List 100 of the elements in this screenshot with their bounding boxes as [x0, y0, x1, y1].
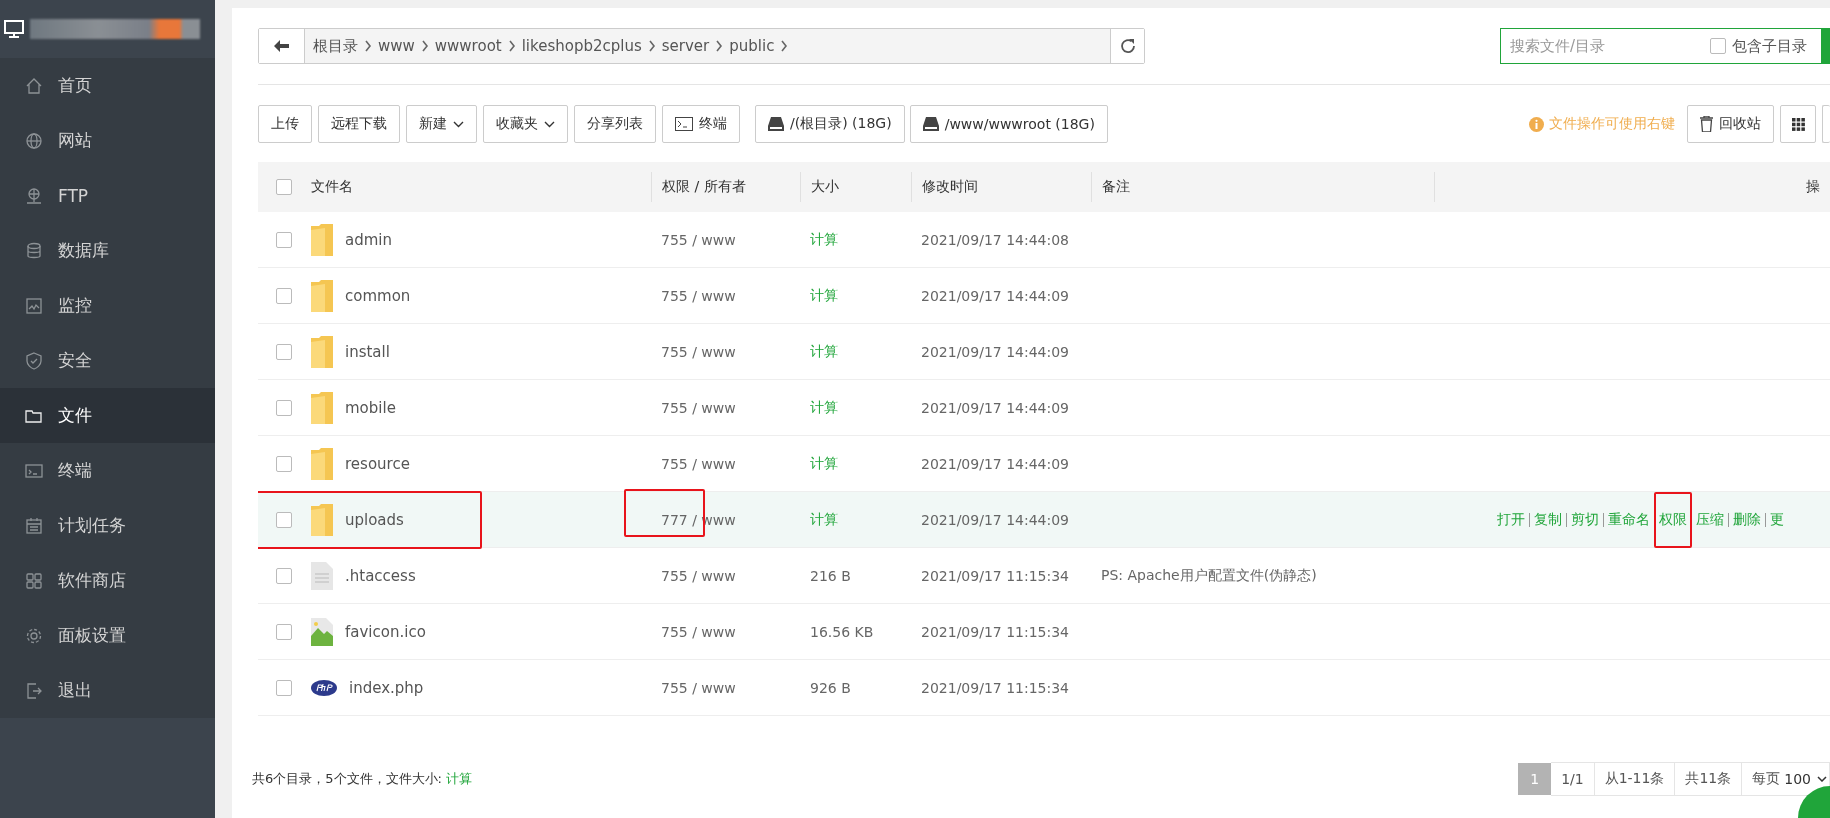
pagination-info: 1/1 [1551, 762, 1595, 796]
row-checkbox[interactable] [276, 287, 292, 304]
php-logo-icon [311, 679, 337, 696]
breadcrumb-link[interactable]: www [378, 37, 415, 55]
file-name[interactable]: mobile [345, 398, 396, 417]
chevron-icon [507, 40, 516, 52]
caret-icon [453, 120, 464, 128]
file-row[interactable]: admin 755 / www 计算 2021/09/17 14:44:08 [258, 212, 1830, 268]
toolbar-button[interactable]: 上传 [258, 105, 312, 143]
column-header: 备注 [1102, 178, 1130, 196]
permission-text: 755 / www [661, 623, 736, 640]
per-page-select[interactable]: 100 [1784, 771, 1827, 787]
modified-time: 2021/09/17 14:44:09 [921, 343, 1070, 360]
sidebar-item[interactable]: 软件商店 [0, 553, 215, 608]
file-name[interactable]: favicon.ico [345, 622, 426, 641]
file-icon [311, 561, 333, 590]
folder-icon [311, 223, 333, 256]
folder-icon [311, 391, 333, 424]
column-header: 操 [1806, 178, 1820, 196]
toolbar-button[interactable]: 远程下载 [318, 105, 400, 143]
folder-icon [311, 447, 333, 480]
per-page-label: 每页 [1752, 770, 1781, 788]
row-checkbox[interactable] [276, 567, 292, 584]
search-field[interactable]: 搜索文件/目录 包含子目录 [1500, 28, 1830, 64]
refresh-button[interactable] [1110, 29, 1144, 63]
list-view-button[interactable] [1822, 105, 1830, 143]
toolbar-button[interactable]: /(根目录) (18G) [755, 105, 905, 143]
file-name[interactable]: uploads [345, 510, 404, 529]
breadcrumb-link[interactable]: 根目录 [313, 36, 358, 56]
checkbox[interactable] [1710, 38, 1726, 54]
caret-icon [544, 120, 555, 128]
sidebar-item[interactable]: 网站 [0, 113, 215, 168]
file-row[interactable]: index.php 755 / www 926 B 2021/09/17 11:15:34 [258, 660, 1830, 716]
select-all-checkbox[interactable] [276, 179, 292, 195]
permission-text: 755 / www [661, 567, 736, 584]
row-checkbox[interactable] [276, 399, 292, 416]
row-checkbox[interactable] [276, 343, 292, 360]
file-row[interactable]: .htaccess 755 / www 216 B 2021/09/17 11:15:34 PS: Apache用户配置文件(伪静态) [258, 548, 1830, 604]
file-row[interactable]: mobile 755 / www 计算 2021/09/17 14:44:09 [258, 380, 1830, 436]
info-icon [1529, 116, 1544, 132]
pagination-info: 从1-11条 [1594, 762, 1676, 796]
permission-text: 755 / www [661, 287, 736, 304]
back-button[interactable] [259, 29, 305, 63]
row-checkbox[interactable] [276, 511, 292, 528]
file-name[interactable]: .htaccess [345, 566, 416, 585]
modified-time: 2021/09/17 14:44:08 [921, 231, 1070, 248]
calendar-icon [24, 515, 44, 536]
file-size: 216 B [810, 567, 851, 584]
grid-icon [24, 570, 44, 591]
sidebar-item[interactable]: 终端 [0, 443, 215, 498]
sidebar-item[interactable]: 退出 [0, 663, 215, 718]
breadcrumb-link[interactable]: public [729, 37, 775, 55]
row-checkbox[interactable] [276, 455, 292, 472]
grid-icon [1791, 117, 1805, 131]
toolbar-button[interactable]: 分享列表 [574, 105, 656, 143]
file-size: 16.56 KB [810, 623, 874, 640]
toolbar-button[interactable]: /www/wwwroot (18G) [909, 105, 1108, 143]
file-note: PS: Apache用户配置文件(伪静态) [1101, 566, 1317, 583]
toolbar-button[interactable]: 新建 [406, 105, 477, 143]
modified-time: 2021/09/17 14:44:09 [921, 399, 1070, 416]
permission-text: 755 / www [661, 343, 736, 360]
globe-icon [24, 130, 44, 151]
modified-time: 2021/09/17 11:15:34 [921, 567, 1070, 584]
caret-icon [1817, 776, 1827, 782]
sidebar-item[interactable]: 计划任务 [0, 498, 215, 553]
file-name[interactable]: install [345, 342, 390, 361]
file-name[interactable]: resource [345, 454, 410, 473]
file-row[interactable]: common 755 / www 计算 2021/09/17 14:44:09 [258, 268, 1830, 324]
row-checkbox[interactable] [276, 231, 292, 248]
hard-drive-icon [768, 117, 784, 131]
ftp-icon [24, 185, 44, 206]
sidebar-item[interactable]: 数据库 [0, 223, 215, 278]
breadcrumb-link[interactable]: server [661, 37, 710, 55]
file-row[interactable]: favicon.ico 755 / www 16.56 KB 2021/09/17 11:15:34 [258, 604, 1830, 660]
sidebar-item[interactable]: 文件 [0, 388, 215, 443]
sidebar-item[interactable]: 面板设置 [0, 608, 215, 663]
chevron-icon [420, 40, 429, 52]
sidebar-item[interactable]: 首页 [0, 58, 215, 113]
grid-view-button[interactable] [1780, 105, 1816, 143]
toolbar-button[interactable]: 收藏夹 [483, 105, 568, 143]
modified-time: 2021/09/17 11:15:34 [921, 679, 1070, 696]
file-row[interactable]: install 755 / www 计算 2021/09/17 14:44:09 [258, 324, 1830, 380]
file-name[interactable]: common [345, 286, 411, 305]
recycle-bin-button[interactable]: 回收站 [1687, 105, 1774, 143]
permission-text: 755 / www [661, 399, 736, 416]
search-button[interactable] [1821, 29, 1829, 63]
toolbar-button[interactable]: 终端 [662, 105, 740, 143]
breadcrumb-link[interactable]: likeshopb2cplus [521, 37, 642, 55]
file-name[interactable]: index.php [349, 678, 424, 697]
sidebar-item[interactable]: 监控 [0, 278, 215, 333]
hard-drive-icon [922, 117, 939, 131]
checkbox-label: 包含子目录 [1732, 36, 1807, 56]
row-checkbox[interactable] [276, 623, 292, 640]
sidebar-item[interactable]: 安全 [0, 333, 215, 388]
breadcrumb-link[interactable]: wwwroot [434, 37, 502, 55]
summary-text: 共6个目录，5个文件，文件大小: 计算 [252, 770, 473, 788]
file-name[interactable]: admin [345, 230, 392, 249]
sidebar-item[interactable]: FTP [0, 168, 215, 223]
monitor-icon [24, 295, 44, 316]
row-checkbox[interactable] [276, 679, 292, 696]
